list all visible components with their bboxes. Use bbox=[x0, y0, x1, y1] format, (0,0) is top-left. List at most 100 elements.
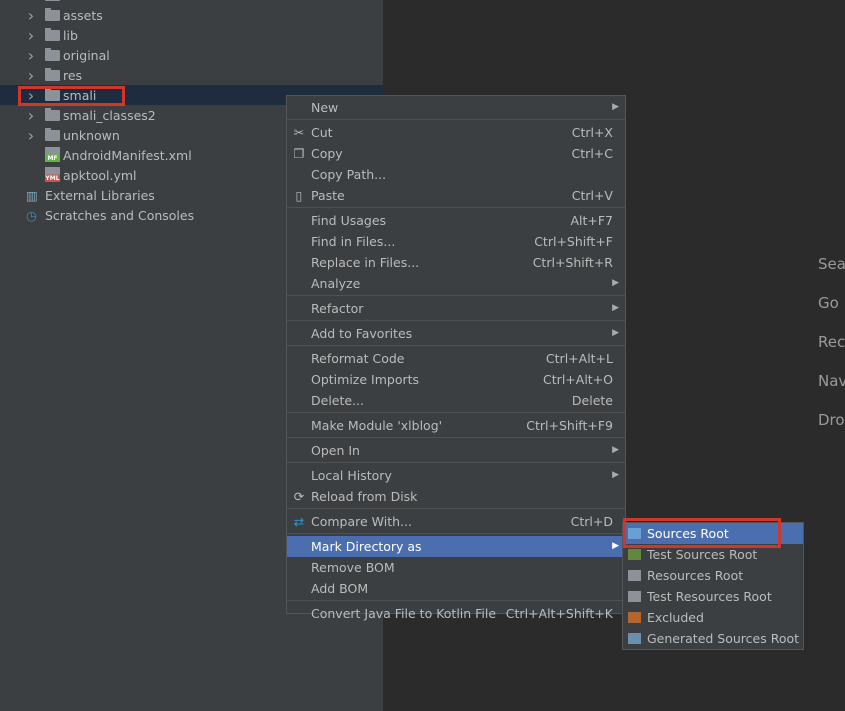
menu-item-copy[interactable]: ❐ Copy Ctrl+C bbox=[287, 143, 625, 164]
menu-item-replace-in-files[interactable]: Replace in Files... Ctrl+Shift+R bbox=[287, 252, 625, 273]
submenu-arrow-icon: ▶ bbox=[612, 445, 619, 455]
menu-item-label: Find in Files... bbox=[311, 234, 396, 249]
folder-icon bbox=[628, 549, 641, 560]
chevron-right-icon[interactable]: › bbox=[24, 106, 38, 125]
submenu-item-resources-root[interactable]: Resources Root bbox=[623, 565, 803, 586]
menu-item-shortcut: Ctrl+X bbox=[571, 125, 613, 140]
menu-item-shortcut: Ctrl+Alt+O bbox=[543, 372, 613, 387]
chevron-right-icon[interactable]: › bbox=[24, 46, 38, 65]
menu-item-label: Copy bbox=[311, 146, 343, 161]
menu-item-label: Open In bbox=[311, 443, 360, 458]
submenu-item-test-sources-root[interactable]: Test Sources Root bbox=[623, 544, 803, 565]
editor-hint: Dro bbox=[818, 411, 845, 429]
tree-item[interactable]: › assets bbox=[0, 5, 383, 25]
menu-item-refactor[interactable]: Refactor ▶ bbox=[287, 298, 625, 319]
submenu-arrow-icon: ▶ bbox=[612, 278, 619, 288]
submenu-item-excluded[interactable]: Excluded bbox=[623, 607, 803, 628]
tree-item-label: apktool.yml bbox=[63, 167, 137, 183]
menu-item-label: Optimize Imports bbox=[311, 372, 420, 387]
folder-icon bbox=[45, 8, 60, 21]
tree-item-label: External Libraries bbox=[45, 187, 155, 203]
menu-item-shortcut: Delete bbox=[571, 393, 613, 408]
menu-item-add-to-favorites[interactable]: Add to Favorites ▶ bbox=[287, 323, 625, 344]
menu-item-label: New bbox=[311, 100, 339, 115]
menu-item-label: Local History bbox=[311, 468, 392, 483]
folder-icon bbox=[628, 612, 641, 623]
menu-item-label: Find Usages bbox=[311, 213, 387, 228]
menu-item-analyze[interactable]: Analyze ▶ bbox=[287, 273, 625, 294]
submenu-item-label: Excluded bbox=[647, 610, 704, 625]
folder-icon bbox=[628, 570, 641, 581]
menu-item-cut[interactable]: ✂ Cut Ctrl+X bbox=[287, 122, 625, 143]
submenu-arrow-icon: ▶ bbox=[612, 328, 619, 338]
menu-item-label: Replace in Files... bbox=[311, 255, 420, 270]
submenu-item-label: Test Sources Root bbox=[647, 547, 758, 562]
menu-item-make-module-xlblog[interactable]: Make Module 'xlblog' Ctrl+Shift+F9 bbox=[287, 415, 625, 436]
folder-icon bbox=[628, 528, 641, 539]
folder-icon bbox=[45, 48, 60, 61]
menu-item-add-bom[interactable]: Add BOM bbox=[287, 578, 625, 599]
tree-item-label: unknown bbox=[63, 127, 120, 143]
chevron-right-icon[interactable]: › bbox=[24, 126, 38, 145]
file-icon: YML bbox=[45, 167, 60, 182]
menu-item-new[interactable]: New ▶ bbox=[287, 97, 625, 118]
menu-item-label: Remove BOM bbox=[311, 560, 395, 575]
menu-item-reformat-code[interactable]: Reformat Code Ctrl+Alt+L bbox=[287, 348, 625, 369]
submenu-item-label: Sources Root bbox=[647, 526, 729, 541]
tree-item[interactable]: › original bbox=[0, 45, 383, 65]
menu-item-find-usages[interactable]: Find Usages Alt+F7 bbox=[287, 210, 625, 231]
menu-item-shortcut: Alt+F7 bbox=[570, 213, 613, 228]
menu-item-label: Cut bbox=[311, 125, 333, 140]
tree-item-label: original bbox=[63, 47, 110, 63]
menu-item-shortcut: Ctrl+Alt+Shift+K bbox=[505, 606, 613, 621]
editor-hint: Nav bbox=[818, 372, 845, 390]
menu-item-paste[interactable]: ▯ Paste Ctrl+V bbox=[287, 185, 625, 206]
folder-icon bbox=[45, 68, 60, 81]
menu-item-remove-bom[interactable]: Remove BOM bbox=[287, 557, 625, 578]
scratches-icon: ◷ bbox=[26, 207, 37, 223]
reload-icon: ⟳ bbox=[293, 489, 305, 504]
chevron-right-icon[interactable]: › bbox=[24, 86, 38, 105]
menu-item-compare-with[interactable]: ⇄ Compare With... Ctrl+D bbox=[287, 511, 625, 532]
editor-hint: Rec bbox=[818, 333, 845, 351]
chevron-right-icon[interactable]: › bbox=[24, 0, 38, 5]
submenu-item-test-resources-root[interactable]: Test Resources Root bbox=[623, 586, 803, 607]
menu-item-copy-path[interactable]: Copy Path... bbox=[287, 164, 625, 185]
chevron-right-icon[interactable]: › bbox=[24, 66, 38, 85]
paste-icon: ▯ bbox=[295, 188, 303, 203]
menu-item-label: Delete... bbox=[311, 393, 364, 408]
tree-item[interactable]: › lib bbox=[0, 25, 383, 45]
menu-item-label: Add to Favorites bbox=[311, 326, 413, 341]
menu-item-label: Mark Directory as bbox=[311, 539, 422, 554]
menu-item-mark-directory-as[interactable]: Mark Directory as ▶ bbox=[287, 536, 625, 557]
menu-item-convert-java-file-to-kotlin-file[interactable]: Convert Java File to Kotlin File Ctrl+Alt… bbox=[287, 603, 625, 624]
menu-item-local-history[interactable]: Local History ▶ bbox=[287, 465, 625, 486]
submenu-arrow-icon: ▶ bbox=[612, 303, 619, 313]
folder-icon bbox=[45, 28, 60, 41]
menu-item-label: Analyze bbox=[311, 276, 361, 291]
scissors-icon: ✂ bbox=[293, 125, 305, 140]
menu-item-label: Copy Path... bbox=[311, 167, 387, 182]
menu-item-optimize-imports[interactable]: Optimize Imports Ctrl+Alt+O bbox=[287, 369, 625, 390]
menu-item-reload-from-disk[interactable]: ⟳ Reload from Disk bbox=[287, 486, 625, 507]
copy-icon: ❐ bbox=[293, 146, 305, 161]
submenu-item-generated-sources-root[interactable]: Generated Sources Root bbox=[623, 628, 803, 649]
tree-item[interactable]: › res bbox=[0, 65, 383, 85]
chevron-right-icon[interactable]: › bbox=[24, 6, 38, 25]
submenu-arrow-icon: ▶ bbox=[612, 102, 619, 112]
menu-item-find-in-files[interactable]: Find in Files... Ctrl+Shift+F bbox=[287, 231, 625, 252]
tree-item-label: res bbox=[63, 67, 83, 83]
menu-item-shortcut: Ctrl+Shift+R bbox=[532, 255, 613, 270]
tree-item-label: Scratches and Consoles bbox=[45, 207, 195, 223]
menu-item-open-in[interactable]: Open In ▶ bbox=[287, 440, 625, 461]
menu-item-label: Paste bbox=[311, 188, 345, 203]
tree-item-label: AndroidManifest.xml bbox=[63, 147, 192, 163]
folder-icon bbox=[45, 0, 60, 1]
menu-item-label: Make Module 'xlblog' bbox=[311, 418, 443, 433]
menu-item-label: Convert Java File to Kotlin File bbox=[311, 606, 497, 621]
chevron-right-icon[interactable]: › bbox=[24, 26, 38, 45]
compare-icon: ⇄ bbox=[293, 514, 305, 529]
menu-item-delete[interactable]: Delete... Delete bbox=[287, 390, 625, 411]
submenu-item-sources-root[interactable]: Sources Root bbox=[623, 523, 803, 544]
menu-item-label: Add BOM bbox=[311, 581, 369, 596]
